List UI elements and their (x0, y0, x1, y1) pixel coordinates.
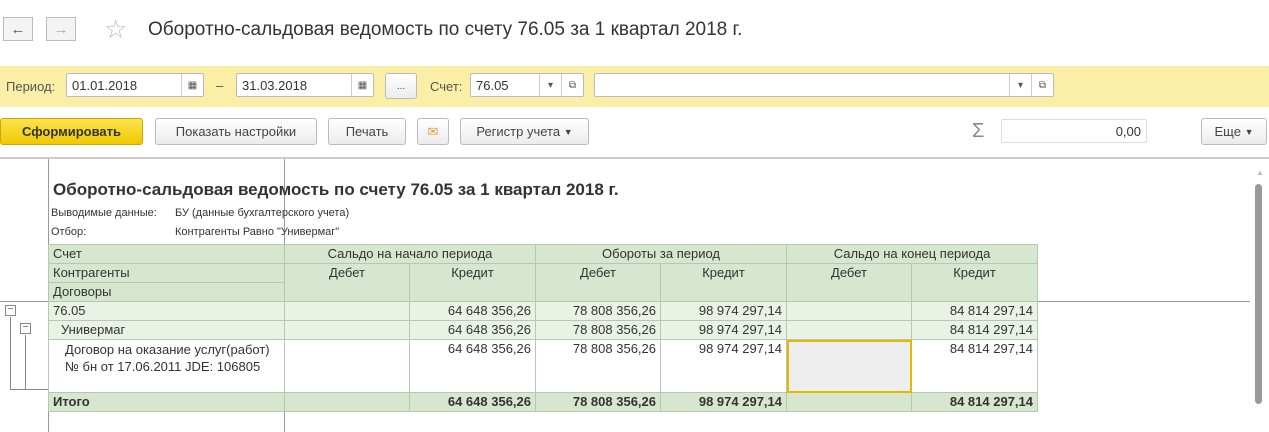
cell[interactable]: 78 808 356,26 (535, 301, 661, 321)
dash: – (216, 78, 224, 93)
tree-line (10, 317, 11, 389)
more-label: Еще (1214, 124, 1241, 139)
period-select-button[interactable]: ... (385, 73, 417, 99)
envelope-icon: ✉ (427, 123, 439, 139)
email-button[interactable]: ✉ (417, 118, 449, 145)
cell[interactable] (786, 320, 912, 340)
header-contracts: Договоры (48, 282, 285, 302)
account-input[interactable]: 76.05 ▾ ⧉ (470, 73, 584, 97)
date-from-value: 01.01.2018 (72, 78, 138, 93)
cell[interactable]: 98 974 297,14 (660, 339, 787, 393)
cell[interactable]: 98 974 297,14 (660, 301, 787, 321)
cell[interactable] (284, 392, 410, 412)
tree-line (25, 335, 26, 389)
chevron-down-icon: ▼ (1244, 126, 1254, 137)
account-label: Счет: (430, 79, 463, 94)
cell[interactable]: 64 648 356,26 (409, 320, 536, 340)
cell[interactable]: 64 648 356,26 (409, 339, 536, 393)
cell[interactable]: 84 814 297,14 (911, 320, 1038, 340)
forward-button[interactable]: → (46, 17, 76, 41)
header-credit: Кредит (409, 263, 536, 302)
sum-field: 0,00 (1001, 119, 1147, 143)
window-title: Оборотно-сальдовая ведомость по счету 76… (148, 19, 743, 40)
open-icon[interactable]: ⧉ (561, 74, 583, 96)
header-turnover: Обороты за период (535, 244, 787, 264)
header-account: Счет (48, 244, 285, 264)
cell[interactable]: 98 974 297,14 (660, 320, 787, 340)
report-title: Оборотно-сальдовая ведомость по счету 76… (53, 180, 619, 199)
cell[interactable]: 78 808 356,26 (535, 320, 661, 340)
favorite-star-icon[interactable]: ☆ (104, 14, 127, 45)
cell[interactable]: 78 808 356,26 (535, 339, 661, 393)
print-button[interactable]: Печать (328, 118, 406, 145)
period-label: Период: (6, 79, 56, 94)
chevron-down-icon: ▼ (563, 126, 573, 137)
table-row[interactable]: Универмаг 64 648 356,26 78 808 356,26 98 9… (48, 320, 1038, 340)
row-name: Универмаг (48, 320, 285, 340)
scroll-up-icon[interactable]: ▲ (1256, 168, 1264, 177)
account-value: 76.05 (476, 78, 509, 93)
total-label: Итого (48, 392, 285, 412)
cell[interactable]: 64 648 356,26 (409, 301, 536, 321)
header-closing: Сальдо на конец периода (786, 244, 1038, 264)
cell[interactable] (284, 301, 410, 321)
more-button[interactable]: Еще ▼ (1201, 118, 1267, 145)
table-row[interactable]: Договор на оказание услуг(работ) № бн от… (48, 339, 1038, 393)
date-to-input[interactable]: 31.03.2018 ▦ (236, 73, 374, 97)
calendar-icon[interactable]: ▦ (181, 74, 203, 96)
scrollbar[interactable]: ▲ (1250, 160, 1269, 432)
header-credit: Кредит (660, 263, 787, 302)
output-value: БУ (данные бухгалтерского учета) (175, 207, 350, 219)
show-settings-button[interactable]: Показать настройки (155, 118, 317, 145)
collapse-icon[interactable]: − (5, 305, 16, 316)
row-name: 76.05 (48, 301, 285, 321)
cell[interactable] (284, 320, 410, 340)
header-credit: Кредит (911, 263, 1038, 302)
selected-cell[interactable] (786, 339, 912, 393)
header-counterparties: Контрагенты (48, 263, 285, 283)
date-to-value: 31.03.2018 (242, 78, 308, 93)
open-icon[interactable]: ⧉ (1031, 74, 1053, 96)
report-table: Счет Сальдо на начало периода Обороты за п… (48, 244, 1038, 412)
cell[interactable]: 98 974 297,14 (660, 392, 787, 412)
scrollbar-thumb[interactable] (1255, 184, 1262, 404)
filter-value: Контрагенты Равно "Универмаг" (175, 226, 340, 238)
subconto-input[interactable]: ▾ ⧉ (594, 73, 1054, 97)
tree-line (10, 389, 48, 390)
chevron-down-icon[interactable]: ▾ (539, 74, 561, 96)
row-name: Договор на оказание услуг(работ) № бн от… (48, 339, 285, 393)
calendar-icon[interactable]: ▦ (351, 74, 373, 96)
cell[interactable] (786, 392, 912, 412)
back-button[interactable]: ← (3, 17, 33, 41)
filter-label: Отбор: (51, 226, 87, 238)
output-label: Выводимые данные: (51, 207, 157, 219)
header-debit: Дебет (786, 263, 912, 302)
collapse-icon[interactable]: − (20, 323, 31, 334)
cell[interactable]: 84 814 297,14 (911, 392, 1038, 412)
generate-button[interactable]: Сформировать (0, 118, 143, 145)
register-label: Регистр учета (476, 124, 561, 139)
cell[interactable]: 84 814 297,14 (911, 301, 1038, 321)
cell[interactable]: 78 808 356,26 (535, 392, 661, 412)
total-row[interactable]: Итого 64 648 356,26 78 808 356,26 98 974 2… (48, 392, 1038, 412)
header-debit: Дебет (535, 263, 661, 302)
register-button[interactable]: Регистр учета ▼ (460, 118, 589, 145)
date-from-input[interactable]: 01.01.2018 ▦ (66, 73, 204, 97)
cell[interactable] (284, 339, 410, 393)
cell[interactable]: 84 814 297,14 (911, 339, 1038, 393)
sum-icon: Σ (972, 120, 985, 142)
header-debit: Дебет (284, 263, 410, 302)
cell[interactable] (786, 301, 912, 321)
header-opening: Сальдо на начало периода (284, 244, 536, 264)
table-row[interactable]: 76.05 64 648 356,26 78 808 356,26 98 974 2… (48, 301, 1038, 321)
chevron-down-icon[interactable]: ▾ (1009, 74, 1031, 96)
cell[interactable]: 64 648 356,26 (409, 392, 536, 412)
